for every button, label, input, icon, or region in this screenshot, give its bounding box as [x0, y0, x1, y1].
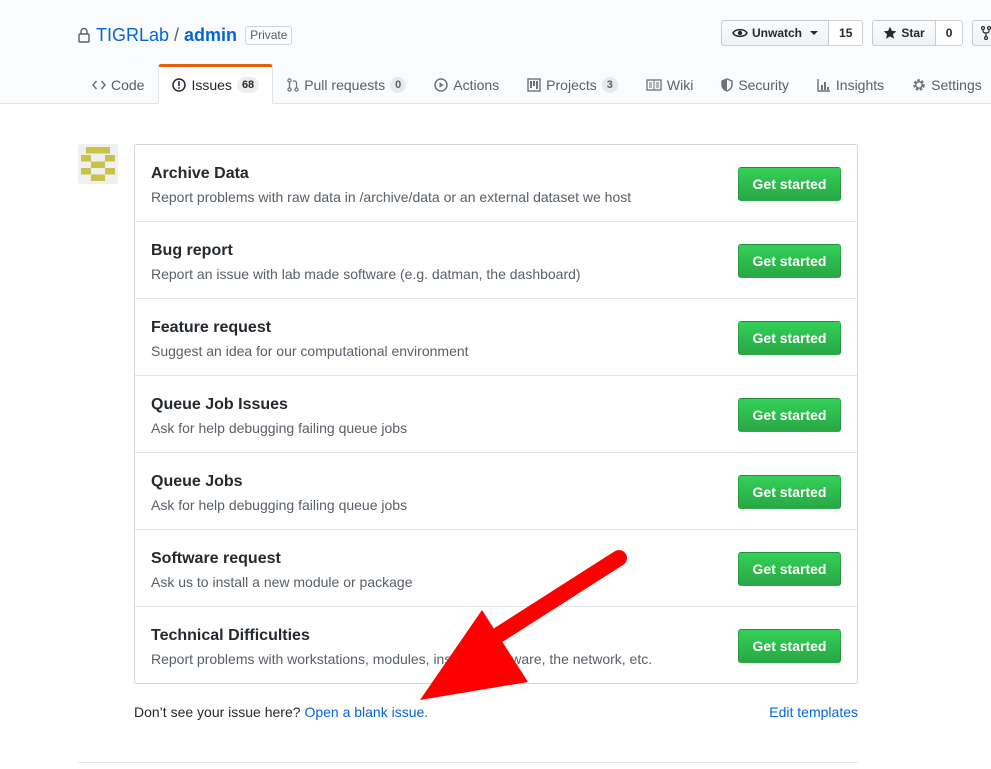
template-name: Software request: [151, 550, 281, 567]
get-started-button[interactable]: Get started: [738, 629, 841, 663]
unwatch-label: Unwatch: [752, 26, 803, 40]
blank-issue-question: Don’t see your issue here?: [134, 704, 301, 720]
template-row: Bug report Report an issue with lab made…: [135, 221, 857, 298]
get-started-button[interactable]: Get started: [738, 398, 841, 432]
repo-name-link[interactable]: admin: [184, 25, 237, 46]
visibility-badge: Private: [245, 25, 293, 45]
path-separator: /: [174, 24, 180, 45]
graph-icon: [817, 78, 830, 92]
template-row: Feature request Suggest an idea for our …: [135, 298, 857, 375]
tab-code-label: Code: [111, 76, 145, 93]
repository-header: TIGRLab / admin Private Unwatch 15 Star: [0, 0, 991, 104]
project-icon: [527, 77, 541, 92]
open-blank-issue-link[interactable]: Open a blank issue.: [304, 704, 428, 720]
template-name: Feature request: [151, 319, 272, 336]
get-started-button[interactable]: Get started: [738, 552, 841, 586]
star-label: Star: [901, 26, 925, 40]
template-name: Queue Jobs: [151, 473, 243, 490]
star-group: Star 0: [872, 20, 964, 46]
tab-issues[interactable]: Issues 68: [158, 64, 274, 104]
lock-icon: [78, 27, 90, 43]
tab-issues-label: Issues: [191, 77, 232, 93]
template-footer: Don’t see your issue here? Open a blank …: [134, 704, 858, 724]
star-button[interactable]: Star: [872, 20, 936, 46]
repo-title: TIGRLab / admin Private: [78, 24, 293, 46]
template-name: Archive Data: [151, 165, 249, 182]
star-icon: [884, 26, 897, 39]
tab-security[interactable]: Security: [707, 64, 803, 103]
issues-counter: 68: [236, 77, 260, 93]
template-name: Queue Job Issues: [151, 396, 288, 413]
tab-wiki[interactable]: Wiki: [632, 64, 707, 103]
tab-settings[interactable]: Settings: [898, 64, 991, 103]
pull-requests-counter: 0: [390, 76, 407, 93]
tab-actions[interactable]: Actions: [420, 64, 513, 103]
template-row: Software request Ask us to install a new…: [135, 529, 857, 606]
template-row: Queue Job Issues Ask for help debugging …: [135, 375, 857, 452]
avatar[interactable]: [78, 144, 118, 184]
template-description: Suggest an idea for our computational en…: [151, 343, 469, 359]
repo-actions: Unwatch 15 Star 0: [721, 20, 991, 46]
chevron-down-icon: [810, 31, 819, 35]
tab-security-label: Security: [738, 76, 789, 93]
issue-template-list: Archive Data Report problems with raw da…: [134, 144, 858, 684]
template-description: Ask for help debugging failing queue job…: [151, 497, 408, 513]
edit-templates-link[interactable]: Edit templates: [769, 704, 858, 720]
tab-pull-requests[interactable]: Pull requests 0: [273, 64, 420, 103]
get-started-button[interactable]: Get started: [738, 244, 841, 278]
issue-opened-icon: [172, 78, 187, 92]
tab-actions-label: Actions: [453, 76, 500, 93]
projects-counter: 3: [601, 76, 618, 93]
get-started-button[interactable]: Get started: [738, 167, 841, 201]
eye-icon: [732, 28, 748, 38]
get-started-button[interactable]: Get started: [738, 321, 841, 355]
template-description: Ask us to install a new module or packag…: [151, 574, 413, 590]
template-description: Report problems with raw data in /archiv…: [151, 189, 632, 205]
fork-button[interactable]: [972, 20, 991, 46]
unwatch-button[interactable]: Unwatch: [721, 20, 830, 46]
repo-nav: Code Issues 68 Pull requests 0 Actions P…: [78, 64, 991, 104]
repo-owner-link[interactable]: TIGRLab: [96, 25, 169, 46]
repo-forked-icon: [981, 26, 991, 40]
template-name: Bug report: [151, 242, 233, 259]
code-icon: [92, 80, 106, 89]
tab-wiki-label: Wiki: [666, 76, 694, 93]
watch-group: Unwatch 15: [721, 20, 864, 46]
git-pull-request-icon: [287, 77, 299, 92]
shield-icon: [721, 77, 734, 92]
watchers-count[interactable]: 15: [829, 20, 864, 46]
divider: [78, 762, 858, 763]
template-row: Queue Jobs Ask for help debugging failin…: [135, 452, 857, 529]
template-description: Report problems with workstations, modul…: [151, 651, 653, 667]
tab-pull-requests-label: Pull requests: [304, 76, 386, 93]
play-icon: [434, 77, 448, 92]
blank-issue-prompt: Don’t see your issue here? Open a blank …: [134, 704, 428, 720]
gear-icon: [913, 78, 925, 91]
identicon-image: [78, 144, 118, 184]
get-started-button[interactable]: Get started: [738, 475, 841, 509]
template-description: Ask for help debugging failing queue job…: [151, 420, 408, 436]
template-description: Report an issue with lab made software (…: [151, 266, 581, 282]
tab-projects[interactable]: Projects 3: [513, 64, 632, 103]
tab-code[interactable]: Code: [78, 64, 158, 103]
book-icon: [646, 78, 662, 91]
tab-insights-label: Insights: [835, 76, 885, 93]
template-name: Technical Difficulties: [151, 627, 310, 644]
tab-projects-label: Projects: [546, 76, 597, 93]
tab-settings-label: Settings: [931, 76, 982, 93]
stargazers-count[interactable]: 0: [935, 20, 964, 46]
template-row: Archive Data Report problems with raw da…: [135, 145, 857, 221]
template-row: Technical Difficulties Report problems w…: [135, 606, 857, 683]
tab-insights[interactable]: Insights: [803, 64, 898, 103]
